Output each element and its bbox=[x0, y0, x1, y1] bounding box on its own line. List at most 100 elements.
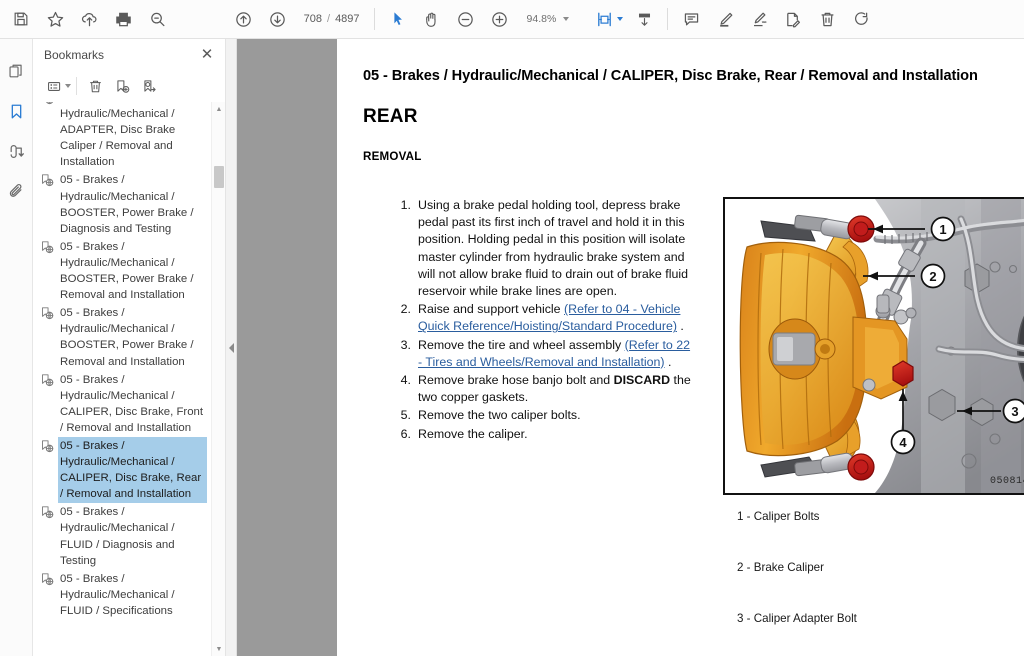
pdf-viewer-window: 708 / 4897 94.8% Bookmarks ✕ Hydraulic/M… bbox=[0, 0, 1024, 656]
figure-block: 1 2 3 4 0508147120 bbox=[723, 197, 1024, 656]
document-viewport[interactable]: 05 - Brakes / Hydraulic/Mechanical / CAL… bbox=[237, 39, 1024, 656]
procedure-step: 2. Raise and support vehicle (Refer to 04… bbox=[391, 301, 691, 335]
chevron-left-icon bbox=[228, 342, 234, 353]
panel-collapse-handle[interactable] bbox=[226, 39, 237, 656]
zoom-level-value: 94.8% bbox=[526, 12, 557, 25]
current-page-value[interactable]: 708 bbox=[300, 13, 322, 25]
bookmark-link-icon bbox=[39, 173, 55, 188]
stamp-icon[interactable] bbox=[776, 4, 810, 34]
step-number: 2. bbox=[400, 302, 411, 317]
bookmark-item[interactable]: 05 - Brakes / Hydraulic/Mechanical / ADA… bbox=[39, 102, 207, 171]
step-text: Raise and support vehicle (Refer to 04 -… bbox=[418, 301, 691, 335]
fit-page-icon[interactable] bbox=[587, 4, 621, 34]
bookmark-item[interactable]: 05 - Brakes / Hydraulic/Mechanical / BOO… bbox=[39, 238, 207, 304]
list-options-icon[interactable] bbox=[41, 73, 68, 99]
figure-caption: 1 - Caliper Bolts bbox=[737, 510, 820, 523]
emphasis-text: DISCARD bbox=[613, 373, 671, 388]
draw-pen-icon[interactable] bbox=[742, 4, 776, 34]
bookmark-label: 05 - Brakes / Hydraulic/Mechanical / FLU… bbox=[60, 506, 175, 567]
cloud-upload-icon[interactable] bbox=[72, 4, 106, 34]
comment-icon[interactable] bbox=[674, 4, 708, 34]
bookmarks-panel-title: Bookmarks bbox=[44, 47, 105, 62]
print-icon[interactable] bbox=[106, 4, 140, 34]
annotation-tools-group bbox=[674, 4, 878, 34]
bookmark-label: 05 - Brakes / Hydraulic/Mechanical / CAL… bbox=[58, 436, 207, 504]
scroll-down-arrow-icon[interactable]: ▼ bbox=[212, 642, 225, 656]
bookmark-label: 05 - Brakes / Hydraulic/Mechanical / FLU… bbox=[60, 572, 175, 617]
bookmark-label: 05 - Brakes / Hydraulic/Mechanical / BOO… bbox=[60, 307, 194, 368]
bookmark-item[interactable]: 05 - Brakes / Hydraulic/Mechanical / BOO… bbox=[39, 304, 207, 370]
delete-bookmark-icon[interactable] bbox=[82, 73, 109, 99]
bookmark-label: 05 - Brakes / Hydraulic/Mechanical / BOO… bbox=[60, 240, 194, 302]
step-number: 6. bbox=[400, 426, 411, 441]
add-bookmark-icon[interactable] bbox=[109, 73, 136, 99]
page-indicator[interactable]: 708 / 4897 bbox=[294, 13, 366, 25]
bookmark-link-icon bbox=[39, 306, 55, 321]
pdf-page: 05 - Brakes / Hydraulic/Mechanical / CAL… bbox=[337, 39, 1024, 656]
edit-bookmark-icon[interactable] bbox=[136, 73, 163, 99]
save-icon[interactable] bbox=[4, 4, 38, 34]
rotate-icon[interactable] bbox=[844, 4, 878, 34]
bookmark-item[interactable]: 05 - Brakes / Hydraulic/Mechanical / CAL… bbox=[39, 371, 207, 437]
bookmarks-scrollbar[interactable]: ▲ ▼ bbox=[211, 102, 225, 656]
svg-text:0508147120: 0508147120 bbox=[990, 476, 1024, 487]
scrollbar-thumb[interactable] bbox=[214, 166, 224, 188]
zoom-level-selector[interactable]: 94.8% bbox=[517, 13, 574, 26]
favorite-star-icon[interactable] bbox=[38, 4, 72, 34]
procedure-step: 5. Remove the two caliper bolts. bbox=[391, 407, 691, 424]
rear-disc-brake-caliper-diagram: 1 2 3 4 0508147120 bbox=[723, 197, 1024, 495]
step-text-run: Remove the tire and wheel assembly bbox=[418, 337, 625, 352]
step-number: 4. bbox=[400, 373, 411, 388]
figure-caption: 3 - Caliper Adapter Bolt bbox=[737, 612, 857, 625]
pages-thumbnails-icon[interactable] bbox=[1, 51, 31, 91]
procedure-step: 6. Remove the caliper. bbox=[391, 426, 691, 443]
bookmarks-list: 05 - Brakes / Hydraulic/Mechanical / ADA… bbox=[33, 102, 211, 620]
list-options-chevron-down-icon[interactable] bbox=[65, 84, 71, 88]
procedure-step: 1. Using a brake pedal holding tool, depr… bbox=[391, 197, 691, 300]
bookmark-item[interactable]: 05 - Brakes / Hydraulic/Mechanical / FLU… bbox=[39, 570, 207, 620]
bookmark-link-icon bbox=[39, 572, 55, 587]
bookmark-link-icon bbox=[39, 439, 55, 454]
pan-hand-icon[interactable] bbox=[415, 4, 449, 34]
bookmarks-panel-header: Bookmarks ✕ bbox=[33, 39, 225, 70]
chevron-down-icon[interactable] bbox=[563, 16, 570, 21]
subsection-heading: REMOVAL bbox=[363, 150, 422, 163]
svg-text:3: 3 bbox=[1011, 404, 1018, 419]
highlight-pen-icon[interactable] bbox=[708, 4, 742, 34]
search-icon[interactable] bbox=[140, 4, 174, 34]
attachments-paperclip-icon[interactable] bbox=[1, 171, 31, 211]
bookmarks-scroll-area[interactable]: 05 - Brakes / Hydraulic/Mechanical / ADA… bbox=[33, 102, 211, 656]
section-heading: REAR bbox=[363, 106, 418, 127]
page-separator: / bbox=[327, 13, 331, 25]
step-text-run: Raise and support vehicle bbox=[418, 302, 565, 317]
procedure-step: 4. Remove brake hose banjo bolt and DISCA… bbox=[391, 372, 691, 406]
scroll-up-arrow-icon[interactable]: ▲ bbox=[212, 102, 225, 116]
bookmark-link-icon bbox=[39, 505, 55, 520]
top-toolbar: 708 / 4897 94.8% bbox=[0, 0, 1024, 39]
scroll-mode-icon[interactable] bbox=[627, 4, 661, 34]
select-cursor-icon[interactable] bbox=[381, 4, 415, 34]
fit-tools-group bbox=[587, 4, 661, 34]
close-icon[interactable]: ✕ bbox=[197, 45, 217, 65]
previous-page-button[interactable] bbox=[226, 4, 260, 34]
step-text-run: Using a brake pedal holding tool, depres… bbox=[418, 198, 688, 299]
step-text: Remove the caliper. bbox=[418, 426, 691, 443]
signature-flow-icon[interactable] bbox=[1, 131, 31, 171]
fit-options-chevron-down-icon[interactable] bbox=[617, 17, 624, 21]
toolbar-divider-1 bbox=[373, 8, 375, 30]
step-number: 3. bbox=[400, 337, 411, 352]
delete-trash-icon[interactable] bbox=[810, 4, 844, 34]
bookmark-item[interactable]: 05 - Brakes / Hydraulic/Mechanical / FLU… bbox=[39, 503, 207, 569]
left-icon-rail bbox=[0, 39, 33, 656]
zoom-out-icon[interactable] bbox=[449, 4, 483, 34]
zoom-in-icon[interactable] bbox=[483, 4, 517, 34]
next-page-button[interactable] bbox=[260, 4, 294, 34]
procedure-step: 3. Remove the tire and wheel assembly (Re… bbox=[391, 337, 691, 371]
page-nav-group: 708 / 4897 bbox=[226, 4, 366, 34]
bookmark-link-icon bbox=[39, 373, 55, 388]
bookmark-item[interactable]: 05 - Brakes / Hydraulic/Mechanical / BOO… bbox=[39, 171, 207, 237]
toolbar-divider-2 bbox=[667, 8, 669, 30]
step-text-run: . bbox=[664, 354, 672, 369]
bookmark-item[interactable]: 05 - Brakes / Hydraulic/Mechanical / CAL… bbox=[39, 436, 207, 504]
bookmarks-icon[interactable] bbox=[1, 91, 31, 131]
